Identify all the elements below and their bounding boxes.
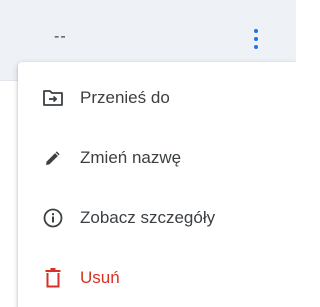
menu-item-move-to[interactable]: Przenieś do	[18, 68, 296, 128]
table-cell-value: --	[54, 28, 67, 45]
trash-icon	[42, 267, 64, 289]
more-vert-icon-dot	[254, 37, 258, 41]
menu-item-rename[interactable]: Zmień nazwę	[18, 128, 296, 188]
menu-item-label: Zmień nazwę	[80, 148, 182, 167]
pencil-icon	[42, 147, 64, 169]
menu-item-delete[interactable]: Usuń	[18, 248, 296, 307]
move-to-folder-icon	[42, 87, 64, 109]
more-options-button[interactable]	[246, 22, 266, 56]
info-icon	[42, 207, 64, 229]
context-menu: Przenieś do Zmień nazwę Zobacz szczegóły	[18, 62, 296, 307]
more-vert-icon-dot	[254, 45, 258, 49]
menu-item-label: Przenieś do	[80, 88, 170, 107]
more-vert-icon	[254, 29, 258, 33]
menu-item-label: Zobacz szczegóły	[80, 208, 216, 227]
screen: -- Przenieś do Zmień nazwę Zobacz szczeg…	[0, 0, 296, 307]
menu-item-label: Usuń	[80, 268, 120, 287]
menu-item-details[interactable]: Zobacz szczegóły	[18, 188, 296, 248]
